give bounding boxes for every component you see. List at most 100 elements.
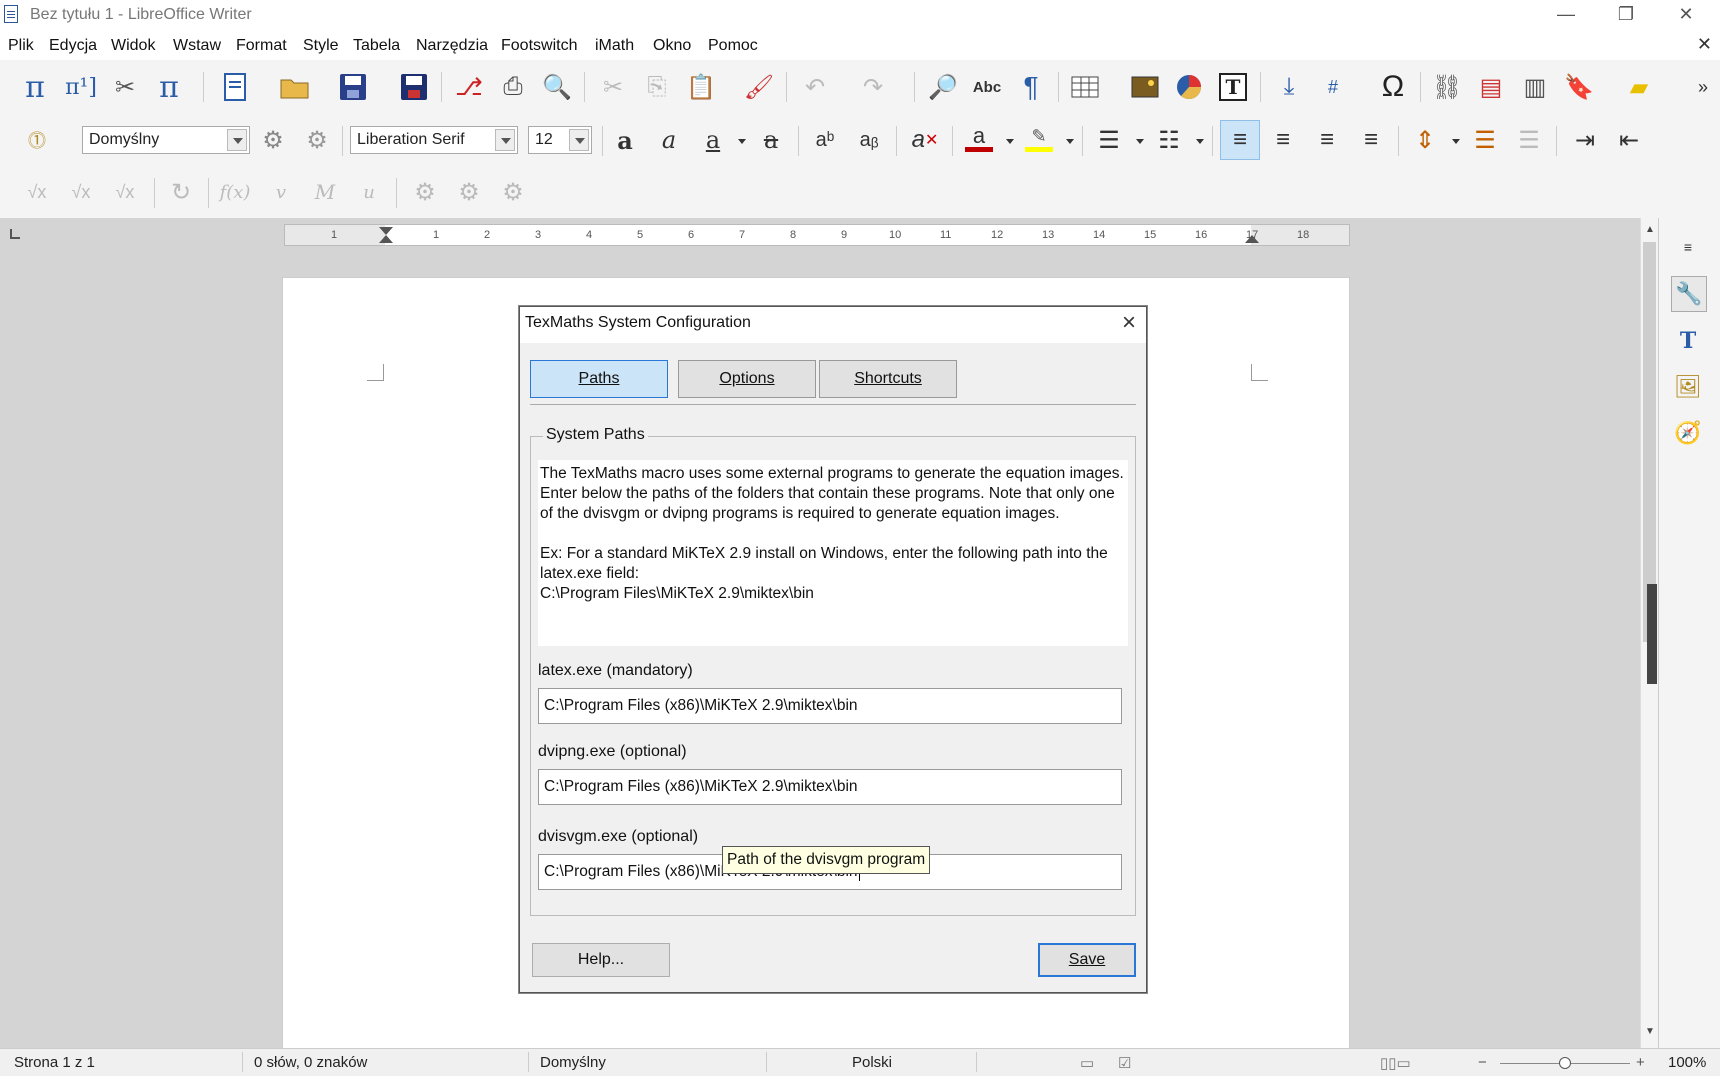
word-count[interactable]: 0 słów, 0 znaków [254, 1054, 367, 1071]
navigator-icon[interactable]: 🧭 [1671, 416, 1705, 450]
page-style-status[interactable]: Domyślny [540, 1054, 606, 1071]
insert-hyperlink-icon[interactable]: ⛓ [1430, 70, 1464, 104]
scroll-up-icon[interactable]: ▲ [1645, 224, 1655, 235]
font-color-icon[interactable]: a [962, 121, 996, 155]
left-indent-marker[interactable] [379, 235, 393, 243]
special-character-icon[interactable]: Ω [1376, 70, 1410, 104]
texmaths-tools-icon[interactable]: ✂ [108, 70, 142, 104]
tab-paths[interactable]: Paths [530, 360, 668, 398]
menu-imath[interactable]: iMath [595, 37, 634, 55]
paste-icon[interactable]: 📋 [684, 70, 718, 104]
insert-endnote-icon[interactable]: ▥ [1518, 70, 1552, 104]
undo-icon[interactable]: ↶ [798, 70, 832, 104]
highlighting-color-icon[interactable]: ✎ [1022, 121, 1056, 155]
new-style-icon[interactable]: ⚙ [300, 123, 334, 157]
justify-icon[interactable]: ≡ [1354, 123, 1388, 157]
save-icon[interactable] [336, 70, 370, 104]
imath-sqrt-icon[interactable]: √x [20, 175, 54, 209]
styles-icon[interactable]: T [1671, 324, 1705, 358]
imath-function-icon[interactable]: f(x) [218, 175, 252, 209]
texmaths-config-icon[interactable]: π [152, 70, 186, 105]
formatting-marks-icon[interactable]: ¶ [1014, 70, 1048, 104]
ordered-list-icon[interactable]: ☷ [1152, 123, 1186, 157]
chevron-down-icon[interactable] [569, 129, 589, 151]
sidebar-collapse-handle[interactable] [1647, 584, 1657, 684]
align-center-icon[interactable]: ≡ [1266, 123, 1300, 157]
chevron-down-icon[interactable] [1066, 139, 1074, 144]
language-status[interactable]: Polski [852, 1054, 892, 1071]
save-button[interactable]: Save [1038, 943, 1136, 977]
update-style-icon[interactable]: ⓵ [20, 123, 54, 157]
insert-page-break-icon[interactable]: ⤓ [1272, 70, 1306, 104]
latex-path-input[interactable]: C:\Program Files (x86)\MiKTeX 2.9\miktex… [538, 688, 1122, 724]
insert-mode-icon[interactable]: ▭ [1080, 1054, 1094, 1072]
insert-footnote-icon[interactable]: ▤ [1474, 70, 1508, 104]
menu-plik[interactable]: Plik [8, 37, 34, 55]
scroll-down-icon[interactable]: ▼ [1645, 1026, 1655, 1037]
menu-narzedzia[interactable]: Narzędzia [416, 37, 488, 55]
imath-unit-icon[interactable]: u [352, 175, 386, 209]
insert-comment-icon[interactable]: ▰ [1622, 70, 1656, 104]
decrease-paragraph-spacing-icon[interactable]: ☰ [1512, 123, 1546, 157]
chevron-down-icon[interactable] [1006, 139, 1014, 144]
imath-sqrt2-icon[interactable]: √x [64, 175, 98, 209]
properties-icon[interactable]: 🔧 [1671, 276, 1707, 312]
imath-delete-icon[interactable]: ⚙ [452, 175, 486, 209]
print-preview-icon[interactable]: 🔍 [540, 70, 574, 104]
insert-chart-icon[interactable] [1172, 70, 1206, 104]
restore-button[interactable]: ❐ [1596, 0, 1656, 30]
horizontal-ruler[interactable]: 1 1 2 3 4 5 6 7 8 9 10 11 12 13 14 15 16… [284, 224, 1350, 246]
font-name-combo[interactable]: Liberation Serif [350, 126, 518, 154]
redo-icon[interactable]: ↷ [856, 70, 890, 104]
imath-refresh-icon[interactable]: ↻ [164, 175, 198, 209]
zoom-out-icon[interactable]: − [1478, 1054, 1487, 1071]
superscript-icon[interactable]: aᵇ [808, 123, 842, 157]
chevron-down-icon[interactable] [227, 129, 247, 151]
chevron-down-icon[interactable] [1196, 139, 1204, 144]
sidebar-menu-icon[interactable]: ≡ [1671, 230, 1705, 264]
insert-bookmark-icon[interactable]: 🔖 [1562, 70, 1596, 104]
new-document-icon[interactable] [218, 70, 252, 104]
insert-image-icon[interactable] [1128, 70, 1162, 104]
decrease-indent-icon[interactable]: ⇤ [1612, 123, 1646, 157]
gallery-icon[interactable]: 🖼 [1671, 370, 1705, 404]
scrollbar-thumb[interactable] [1643, 242, 1656, 642]
increase-paragraph-spacing-icon[interactable]: ☰ [1468, 123, 1502, 157]
strikethrough-icon[interactable]: a [754, 123, 788, 157]
menu-wstaw[interactable]: Wstaw [173, 37, 221, 55]
tab-shortcuts[interactable]: Shortcuts [819, 360, 957, 398]
imath-vector-icon[interactable]: v [264, 175, 298, 209]
tab-options[interactable]: Options [678, 360, 816, 398]
imath-matrix-icon[interactable]: M [308, 175, 342, 209]
cut-icon[interactable]: ✂ [596, 70, 630, 104]
texmaths-numbered-equation-icon[interactable]: π¹] [64, 70, 98, 104]
tab-stop-selector-icon[interactable] [10, 229, 20, 239]
find-replace-icon[interactable]: 🔎 [926, 70, 960, 104]
font-size-combo[interactable]: 12 [528, 126, 592, 154]
insert-text-box-icon[interactable]: T [1216, 70, 1250, 104]
view-layout-icon[interactable]: ▯▯▭ [1380, 1054, 1411, 1072]
menu-style[interactable]: Style [303, 37, 339, 55]
open-folder-icon[interactable] [278, 70, 312, 104]
chevron-down-icon[interactable] [738, 139, 746, 144]
right-indent-marker[interactable] [1245, 235, 1259, 243]
unordered-list-icon[interactable]: ☰ [1092, 123, 1126, 157]
imath-sqrt3-icon[interactable]: √x [108, 175, 142, 209]
align-right-icon[interactable]: ≡ [1310, 123, 1344, 157]
menu-edycja[interactable]: Edycja [49, 37, 97, 55]
menu-tabela[interactable]: Tabela [353, 37, 400, 55]
align-left-icon[interactable]: ≡ [1220, 120, 1260, 160]
zoom-level[interactable]: 100% [1668, 1054, 1706, 1071]
imath-clear-icon[interactable]: ⚙ [496, 175, 530, 209]
page-count[interactable]: Strona 1 z 1 [14, 1054, 95, 1071]
imath-settings-icon[interactable]: ⚙ [408, 175, 442, 209]
dvipng-path-input[interactable]: C:\Program Files (x86)\MiKTeX 2.9\miktex… [538, 769, 1122, 805]
print-icon[interactable]: ⎙ [496, 70, 530, 104]
document-close-button[interactable]: ✕ [1697, 34, 1712, 55]
overflow-chevron-icon[interactable]: » [1686, 70, 1720, 104]
dialog-close-icon[interactable]: × [1122, 309, 1136, 337]
minimize-button[interactable]: — [1536, 0, 1596, 30]
help-button[interactable]: Help... [532, 943, 670, 977]
increase-indent-icon[interactable]: ⇥ [1568, 123, 1602, 157]
line-spacing-icon[interactable]: ⇕ [1408, 123, 1442, 157]
